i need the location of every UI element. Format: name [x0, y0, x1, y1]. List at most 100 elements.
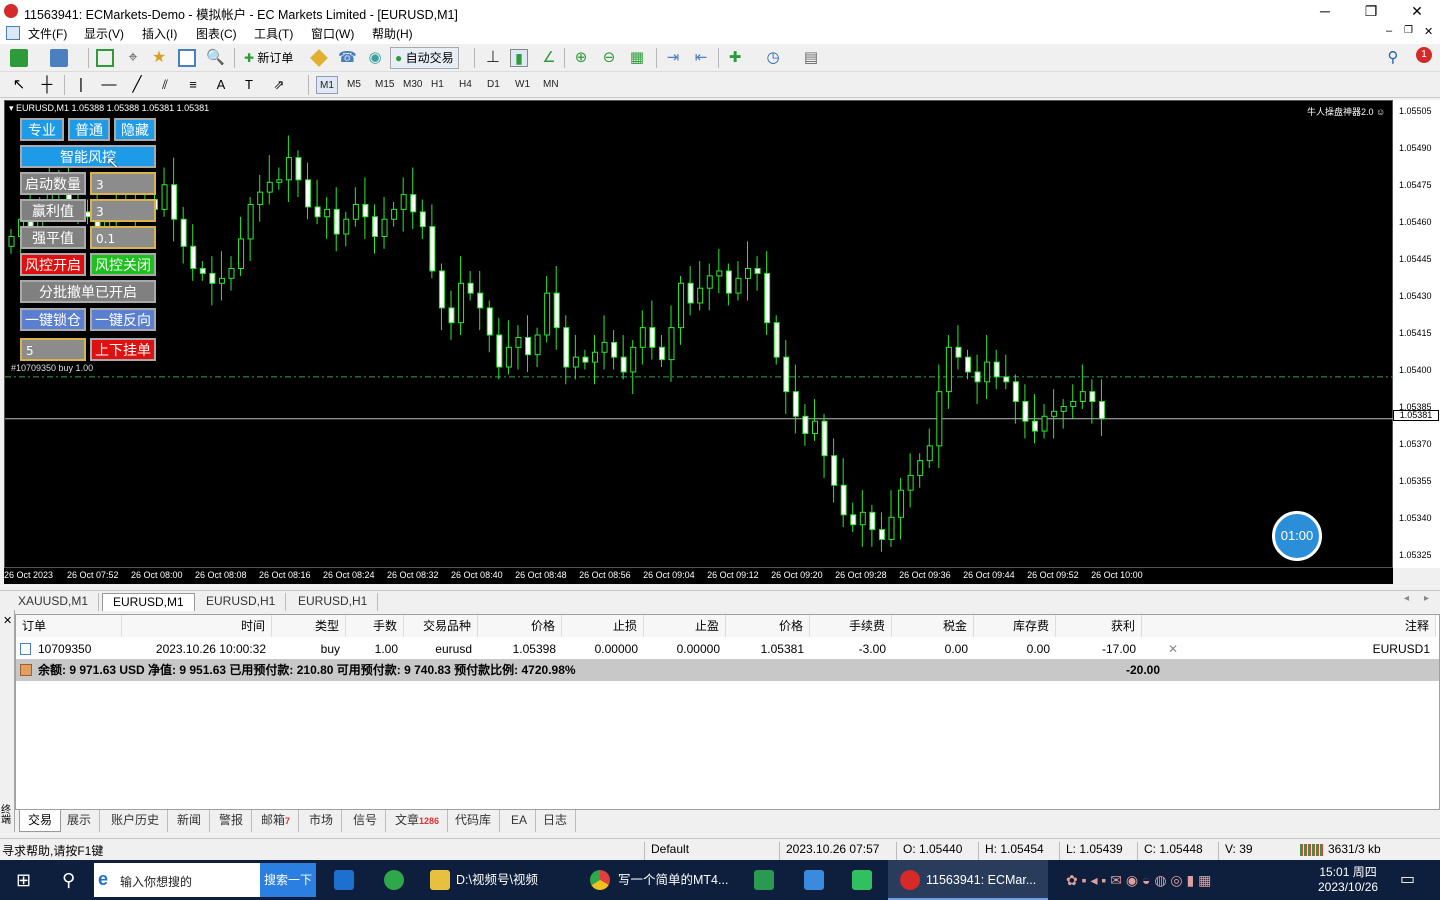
navigator-icon[interactable]: ★ — [150, 49, 168, 67]
ea-hide-button[interactable]: 隐藏 — [114, 118, 156, 141]
timeframe-w1-button[interactable]: W1 — [512, 76, 533, 94]
strategy-tester-icon[interactable]: 🔍 — [206, 49, 225, 67]
ea-pending-input[interactable]: 5 — [20, 338, 86, 361]
close-button[interactable]: ✕ — [1394, 0, 1440, 22]
menu-view[interactable]: 显示(V) — [84, 25, 124, 42]
taskbar-search-icon[interactable]: ⚲ — [62, 860, 75, 900]
ea-force-close-input[interactable]: 0.1 — [90, 226, 156, 249]
terminal-tab-6[interactable]: 市场 — [301, 810, 343, 832]
timeframe-m5-button[interactable]: M5 — [344, 76, 364, 94]
taskbar-search-button[interactable]: 搜索一下 — [260, 863, 316, 897]
text-tool-icon[interactable]: A — [212, 76, 230, 94]
column-header-open-price[interactable]: 价格 — [478, 615, 562, 637]
zoom-out-icon[interactable]: ⊖ — [600, 49, 618, 67]
terminal-tab-0[interactable]: 交易 — [19, 810, 62, 832]
auto-trading-button[interactable]: ● 自动交易 — [390, 47, 459, 69]
column-header-order[interactable]: 订单 — [16, 615, 122, 637]
templates-icon[interactable]: ▤ — [802, 49, 820, 67]
terminal-icon[interactable] — [178, 49, 196, 67]
column-header-type[interactable]: 类型 — [272, 615, 346, 637]
windows-start-icon[interactable]: ⊞ — [16, 860, 31, 900]
ea-pro-button[interactable]: 专业 — [20, 118, 64, 141]
search-icon[interactable]: ⚲ — [1384, 49, 1402, 67]
terminal-tab-10[interactable]: EA — [503, 810, 537, 832]
taskbar-app-icon-1[interactable] — [334, 870, 354, 890]
tab-scroll-right-icon[interactable]: ▸ — [1424, 593, 1429, 604]
column-header-swap[interactable]: 库存费 — [974, 615, 1056, 637]
timeframe-mn-button[interactable]: MN — [540, 76, 562, 94]
ea-normal-button[interactable]: 普通 — [68, 118, 110, 141]
terminal-tab-4[interactable]: 警报 — [211, 810, 253, 832]
chrome-icon[interactable] — [590, 870, 610, 890]
bar-chart-icon[interactable]: ⊥ — [484, 49, 502, 67]
zoom-in-icon[interactable]: ⊕ — [572, 49, 590, 67]
status-profile[interactable]: Default — [644, 842, 689, 860]
timeframe-h1-button[interactable]: H1 — [428, 76, 447, 94]
periods-icon[interactable]: ◷ — [764, 49, 782, 67]
ea-profit-input[interactable]: 3 — [90, 199, 156, 222]
menu-charts[interactable]: 图表(C) — [196, 25, 237, 42]
column-header-commission[interactable]: 手续费 — [810, 615, 892, 637]
ea-start-count-input[interactable]: 3 — [90, 172, 156, 195]
timeframe-m30-button[interactable]: M30 — [400, 76, 425, 94]
menu-file[interactable]: 文件(F) — [28, 25, 67, 42]
menu-window[interactable]: 窗口(W) — [311, 25, 354, 42]
horizontal-line-icon[interactable]: — — [100, 76, 118, 94]
ea-risk-off-button[interactable]: 风控关闭 — [90, 253, 156, 276]
vps-icon[interactable]: ◉ — [366, 49, 384, 67]
taskbar-clock[interactable]: 15:01 周四 2023/10/26 — [1318, 863, 1378, 894]
maximize-button[interactable]: ❐ — [1348, 0, 1394, 22]
menu-help[interactable]: 帮助(H) — [372, 25, 413, 42]
terminal-tab-5[interactable]: 邮箱7 — [253, 810, 300, 832]
column-header-comment[interactable]: 注释 — [1142, 615, 1436, 637]
chart-shift-icon[interactable]: ⇤ — [692, 49, 710, 67]
timeframe-m15-button[interactable]: M15 — [372, 76, 397, 94]
column-header-profit[interactable]: 获利 — [1056, 615, 1142, 637]
crosshair-icon[interactable]: ┼ — [38, 76, 56, 94]
timeframe-d1-button[interactable]: D1 — [484, 76, 503, 94]
terminal-tab-9[interactable]: 代码库 — [447, 810, 501, 832]
action-center-icon[interactable]: ▭ — [1400, 860, 1415, 900]
ea-pending-button[interactable]: 上下挂单 — [90, 338, 156, 361]
notification-badge[interactable]: 1 — [1416, 47, 1432, 63]
ea-risk-on-button[interactable]: 风控开启 — [20, 253, 86, 276]
mdi-close-button[interactable]: ✕ — [1424, 25, 1433, 38]
fibonacci-icon[interactable]: ≡ — [184, 76, 202, 94]
new-chart-icon[interactable] — [10, 49, 28, 67]
chart-tab-2[interactable]: EURUSD,M1 — [102, 593, 195, 611]
terminal-tab-3[interactable]: 新闻 — [169, 810, 211, 832]
ea-batch-cancel-button[interactable]: 分批撤单已开启 — [20, 280, 156, 303]
terminal-tab-7[interactable]: 信号 — [345, 810, 387, 832]
taskbar-chrome[interactable]: 写一个简单的MT4... — [618, 860, 728, 900]
menu-insert[interactable]: 插入(I) — [142, 25, 177, 42]
line-chart-icon[interactable]: ∠ — [540, 49, 558, 67]
close-order-icon[interactable]: ✕ — [1168, 642, 1178, 656]
ea-reverse-button[interactable]: 一键反向 — [90, 308, 156, 331]
terminal-tab-8[interactable]: 文章1286 — [387, 810, 449, 832]
mdi-minimize-button[interactable]: – — [1386, 25, 1392, 37]
timeframe-h4-button[interactable]: H4 — [456, 76, 475, 94]
ea-lock-button[interactable]: 一键锁仓 — [20, 308, 86, 331]
signals-icon[interactable]: ☎ — [338, 49, 357, 67]
column-header-sl[interactable]: 止损 — [562, 615, 644, 637]
column-header-tp[interactable]: 止盈 — [644, 615, 726, 637]
ea-smart-risk-button[interactable]: 智能风控 — [20, 145, 156, 168]
tab-scroll-left-icon[interactable]: ◂ — [1404, 593, 1409, 604]
menu-tools[interactable]: 工具(T) — [254, 25, 293, 42]
auto-scroll-icon[interactable]: ⇥ — [664, 49, 682, 67]
metaeditor-icon[interactable] — [310, 49, 328, 67]
trendline-icon[interactable]: ╱ — [128, 76, 146, 94]
folder-icon[interactable] — [430, 870, 450, 890]
indicators-icon[interactable]: ✚ — [726, 49, 744, 67]
timeframe-m1-button[interactable]: M1 — [316, 76, 338, 94]
taskbar-folder[interactable]: D:\视频号\视频 — [456, 860, 538, 900]
terminal-tab-11[interactable]: 日志 — [535, 810, 577, 832]
equidistant-channel-icon[interactable]: ⫽ — [156, 76, 174, 94]
profiles-icon[interactable] — [50, 49, 68, 67]
remote-desktop-icon[interactable] — [852, 870, 872, 890]
column-header-lots[interactable]: 手数 — [346, 615, 404, 637]
timer-badge[interactable]: 01:00 — [1272, 511, 1322, 561]
minimize-button[interactable]: ─ — [1302, 0, 1348, 22]
column-header-tax[interactable]: 税金 — [892, 615, 974, 637]
column-header-time[interactable]: 时间 — [122, 615, 272, 637]
